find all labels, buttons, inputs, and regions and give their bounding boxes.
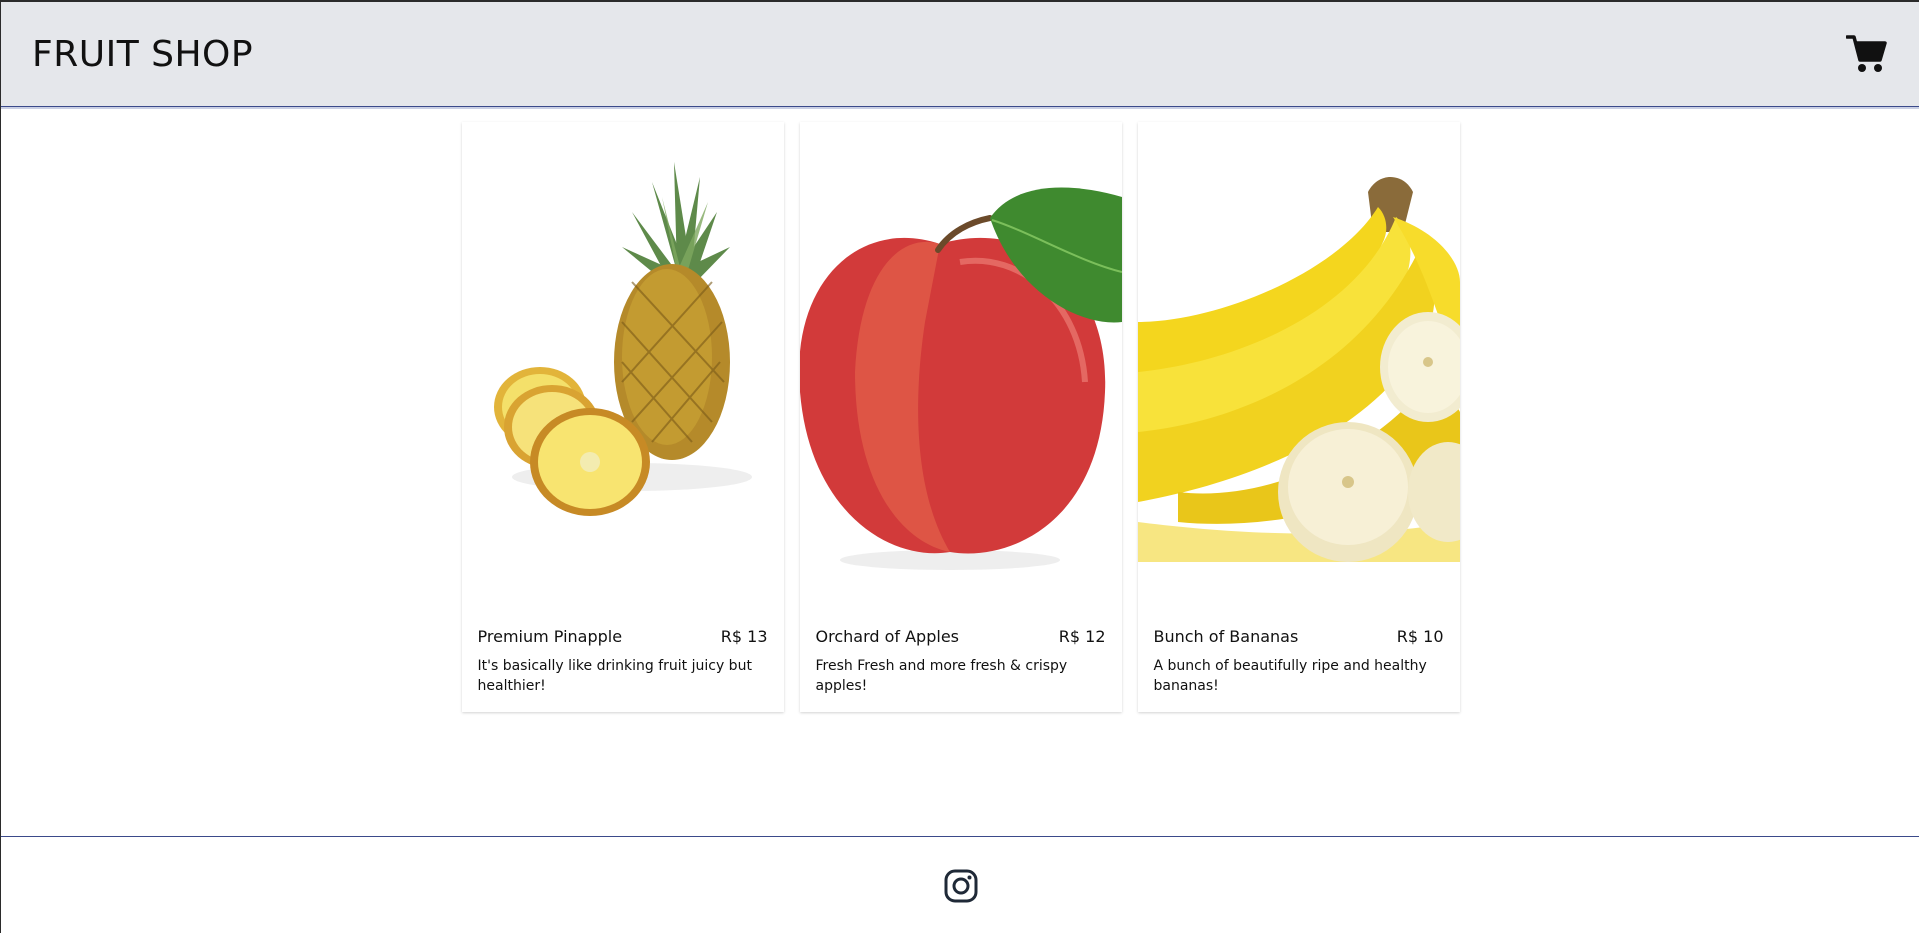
product-description: Fresh Fresh and more fresh & crispy appl… xyxy=(815,658,1068,694)
product-price: R$ 12 xyxy=(1058,627,1106,646)
product-image-bananas xyxy=(1137,122,1460,602)
site-title[interactable]: FRUIT SHOP xyxy=(32,34,253,75)
site-footer xyxy=(1,836,1919,933)
product-card-apple[interactable]: Orchard of Apples R$ 12 Fresh Fresh and … xyxy=(799,122,1122,712)
instagram-icon xyxy=(944,869,977,903)
product-description: It's basically like drinking fruit juicy… xyxy=(477,658,752,694)
product-description: A bunch of beautifully ripe and healthy … xyxy=(1153,658,1427,694)
product-price: R$ 13 xyxy=(720,627,768,646)
product-grid: Premium Pinapple R$ 13 It's basically li… xyxy=(1,122,1919,712)
product-image-apple xyxy=(799,122,1122,602)
product-price: R$ 10 xyxy=(1396,627,1444,646)
site-header: FRUIT SHOP xyxy=(1,2,1919,107)
cart-button[interactable] xyxy=(1845,32,1889,76)
product-name: Premium Pinapple xyxy=(477,627,623,646)
product-name: Orchard of Apples xyxy=(815,627,960,646)
product-image-pineapple xyxy=(461,122,784,602)
product-card-pineapple[interactable]: Premium Pinapple R$ 13 It's basically li… xyxy=(461,122,784,712)
instagram-link[interactable] xyxy=(943,868,979,904)
product-card-bananas[interactable]: Bunch of Bananas R$ 10 A bunch of beauti… xyxy=(1137,122,1460,712)
product-name: Bunch of Bananas xyxy=(1153,627,1299,646)
cart-icon xyxy=(1846,35,1887,72)
